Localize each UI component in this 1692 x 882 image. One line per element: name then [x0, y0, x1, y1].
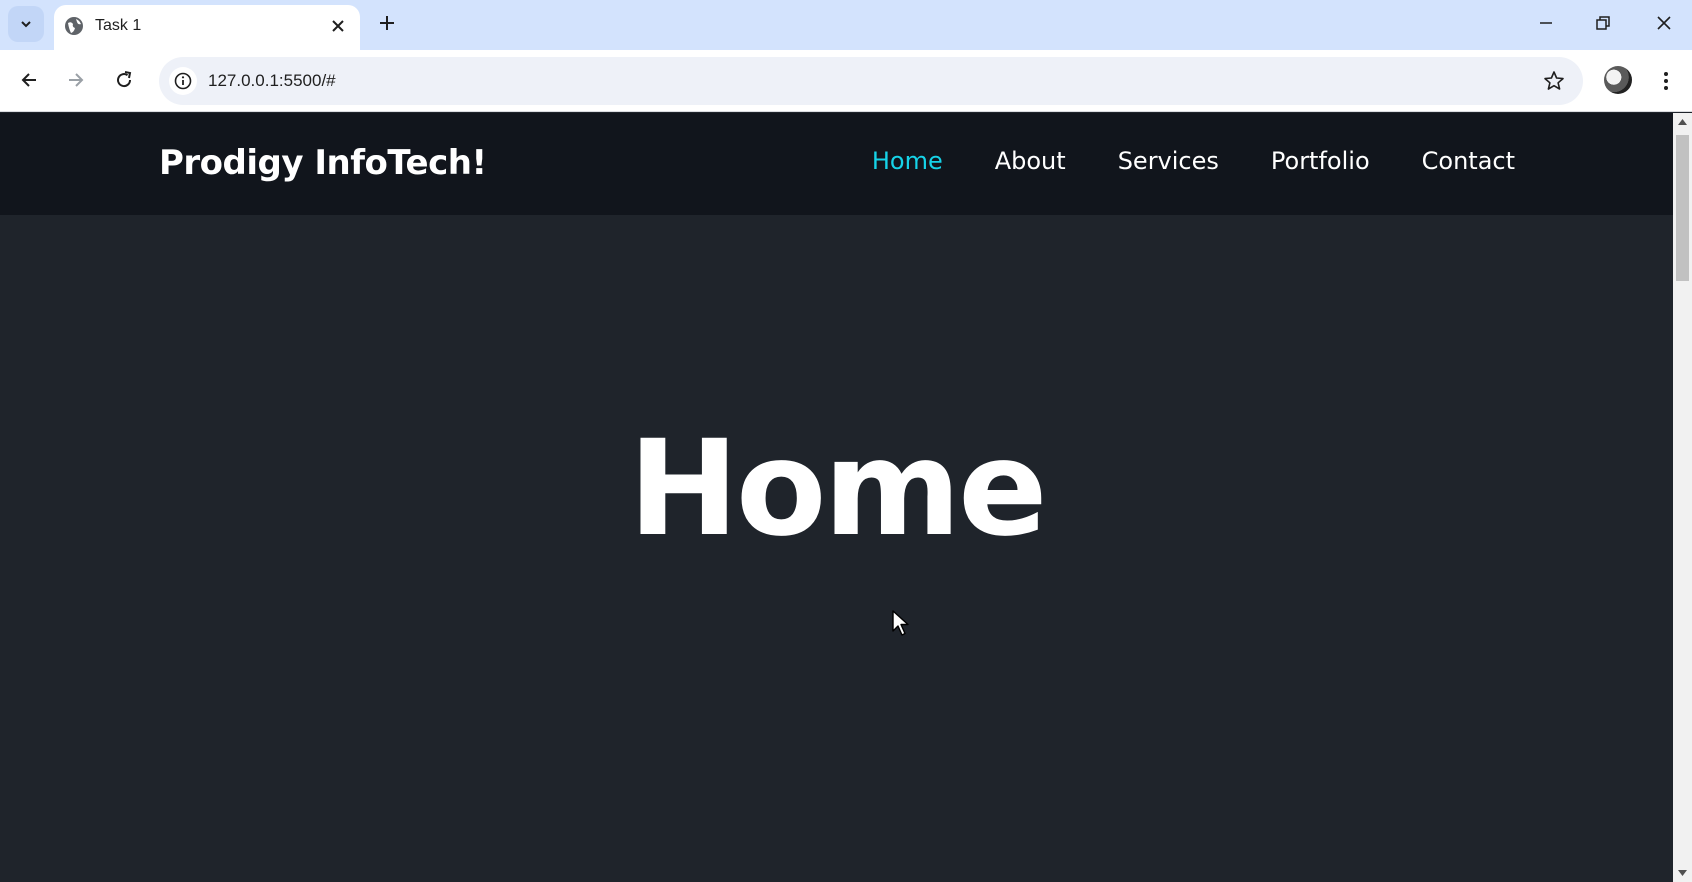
hero-title: Home	[628, 412, 1047, 566]
triangle-down-icon	[1678, 870, 1687, 876]
kebab-menu-icon	[1664, 72, 1668, 90]
site-nav: Home About Services Portfolio Contact	[872, 147, 1515, 175]
site-info-button[interactable]	[169, 67, 197, 95]
scrollbar-thumb[interactable]	[1676, 135, 1689, 281]
nav-link-home[interactable]: Home	[872, 147, 943, 175]
page-scrollbar[interactable]	[1673, 113, 1692, 882]
site-logo[interactable]: Prodigy InfoTech!	[159, 143, 487, 183]
info-icon	[174, 72, 192, 90]
scroll-down-button[interactable]	[1673, 864, 1692, 882]
globe-icon	[65, 17, 83, 35]
plus-icon	[380, 16, 394, 30]
arrow-left-icon	[21, 73, 36, 87]
forward-button[interactable]	[59, 63, 93, 97]
mouse-cursor-icon	[892, 610, 909, 636]
url-text: 127.0.0.1:5500/#	[208, 71, 336, 90]
close-icon	[1657, 16, 1671, 30]
tab-search-button[interactable]	[8, 6, 44, 42]
tab-strip: Task 1	[0, 0, 1692, 50]
browser-tab[interactable]: Task 1	[54, 5, 360, 50]
nav-link-contact[interactable]: Contact	[1422, 147, 1515, 175]
chevron-down-icon	[21, 21, 31, 28]
minimize-button[interactable]	[1516, 0, 1576, 46]
site-header: Prodigy InfoTech! Home About Services Po…	[0, 113, 1673, 215]
restore-button[interactable]	[1573, 0, 1633, 46]
star-icon	[1544, 71, 1564, 90]
profile-avatar[interactable]	[1604, 66, 1632, 94]
close-icon	[332, 20, 344, 32]
reload-icon	[117, 71, 132, 88]
triangle-up-icon	[1678, 119, 1687, 125]
back-button[interactable]	[12, 63, 46, 97]
tab-close-button[interactable]	[326, 14, 350, 38]
nav-link-about[interactable]: About	[995, 147, 1066, 175]
close-window-button[interactable]	[1634, 0, 1692, 46]
browser-menu-button[interactable]	[1652, 64, 1680, 98]
nav-link-portfolio[interactable]: Portfolio	[1271, 147, 1370, 175]
arrow-right-icon	[69, 73, 84, 87]
page-viewport: Prodigy InfoTech! Home About Services Po…	[0, 113, 1673, 882]
minimize-icon	[1540, 22, 1552, 24]
address-bar[interactable]: 127.0.0.1:5500/#	[159, 57, 1583, 105]
bookmark-button[interactable]	[1541, 68, 1567, 94]
reload-button[interactable]	[107, 63, 141, 97]
restore-icon	[1596, 16, 1610, 30]
browser-toolbar: 127.0.0.1:5500/#	[0, 50, 1692, 112]
new-tab-button[interactable]	[373, 9, 401, 37]
nav-link-services[interactable]: Services	[1118, 147, 1219, 175]
scroll-up-button[interactable]	[1673, 113, 1692, 131]
tab-title: Task 1	[95, 17, 142, 34]
